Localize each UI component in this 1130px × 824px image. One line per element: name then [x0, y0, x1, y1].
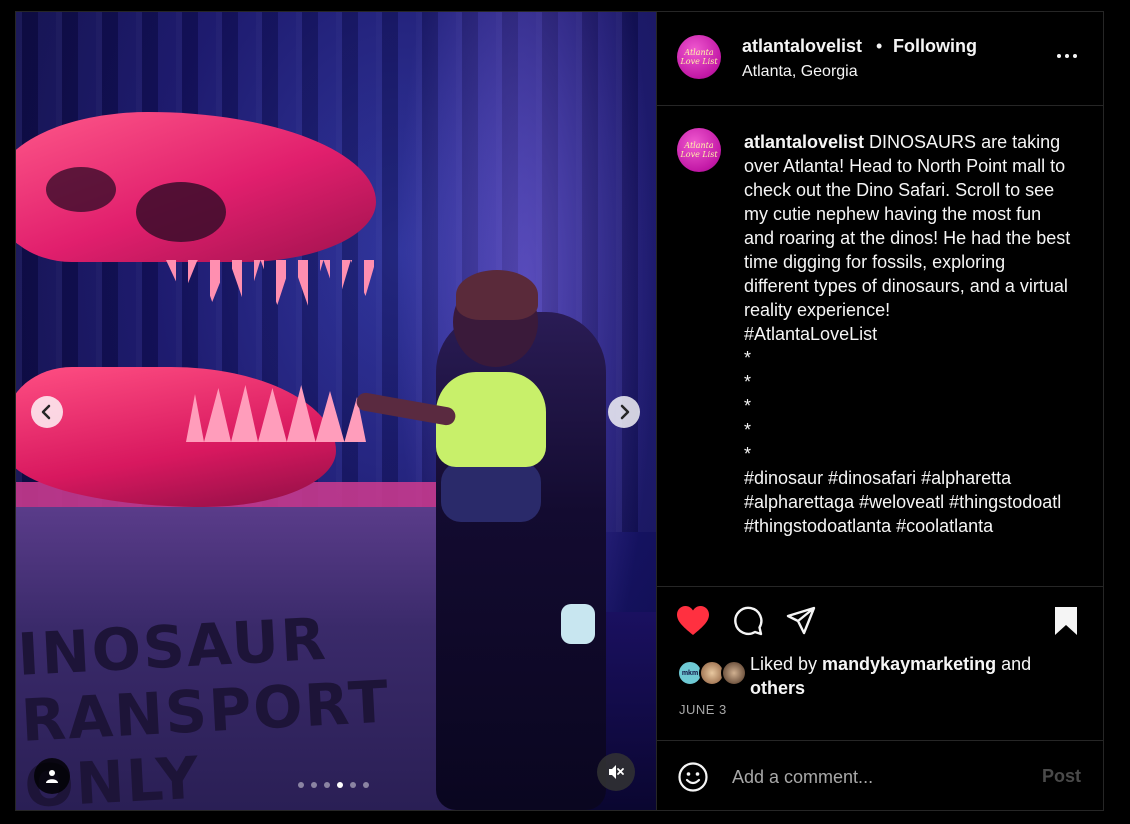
- previous-slide-button[interactable]: [31, 396, 63, 428]
- liked-by-and: and: [996, 654, 1032, 674]
- header-separator: •: [876, 36, 883, 56]
- skull-nostril: [46, 167, 116, 212]
- carousel-dot: [350, 782, 356, 788]
- comment-input[interactable]: [732, 763, 1022, 791]
- post-side-panel: Atlanta Love List atlantalovelist • Foll…: [656, 12, 1104, 810]
- post-header: Atlanta Love List atlantalovelist • Foll…: [657, 12, 1104, 106]
- carousel-indicator: [298, 782, 369, 788]
- liked-by-user[interactable]: mandykaymarketing: [822, 654, 996, 674]
- child-legs: [441, 462, 541, 522]
- comment-button[interactable]: [729, 602, 767, 640]
- emoji-icon: [678, 762, 708, 792]
- liker-avatar[interactable]: [721, 660, 747, 686]
- share-button[interactable]: [782, 602, 820, 640]
- author-username[interactable]: atlantalovelist: [742, 36, 862, 57]
- more-icon: [1057, 54, 1077, 58]
- chevron-right-icon: [620, 404, 630, 420]
- chevron-left-icon: [41, 404, 51, 420]
- post-media: INOSAUR RANSPORT ONLY: [16, 12, 656, 810]
- caption-author-avatar[interactable]: Atlanta Love List: [677, 128, 721, 172]
- post-comment-button[interactable]: Post: [1042, 766, 1081, 787]
- liked-by-prefix: Liked by: [750, 654, 823, 674]
- carousel-dot-active: [337, 782, 343, 788]
- muted-speaker-icon: [609, 765, 624, 779]
- next-slide-button[interactable]: [608, 396, 640, 428]
- liked-by-others-link[interactable]: others: [750, 678, 805, 698]
- liked-by-text: Liked by mandykaymarketing and others: [750, 652, 1080, 700]
- post-modal: INOSAUR RANSPORT ONLY Atlanta Love List …: [15, 11, 1104, 811]
- child-shoe: [561, 604, 595, 644]
- mute-button[interactable]: [597, 753, 635, 791]
- save-button[interactable]: [1047, 602, 1085, 640]
- comment-bar: Post: [657, 740, 1104, 810]
- crate-stencil-text: INOSAUR RANSPORT ONLY: [16, 604, 392, 810]
- carousel-dot: [324, 782, 330, 788]
- skull-eye-socket: [136, 182, 226, 242]
- caption-username[interactable]: atlantalovelist: [744, 132, 864, 152]
- child-hair: [456, 270, 538, 320]
- avatar-logo-text: Atlanta Love List: [680, 141, 718, 159]
- caption-body: DINOSAURS are taking over Atlanta! Head …: [744, 132, 1071, 536]
- post-date[interactable]: JUNE 3: [679, 702, 727, 717]
- carousel-dot: [363, 782, 369, 788]
- post-caption: atlantalovelist DINOSAURS are taking ove…: [744, 130, 1074, 538]
- tagged-users-button[interactable]: [34, 758, 70, 794]
- carousel-dot: [298, 782, 304, 788]
- following-button[interactable]: Following: [893, 36, 977, 57]
- post-location[interactable]: Atlanta, Georgia: [742, 63, 858, 81]
- carousel-dot: [311, 782, 317, 788]
- share-icon: [786, 606, 816, 635]
- bookmark-icon: [1055, 607, 1077, 635]
- author-avatar[interactable]: Atlanta Love List: [677, 35, 721, 79]
- avatar-logo-text: Atlanta Love List: [680, 48, 718, 66]
- user-tag-icon: [46, 770, 58, 783]
- action-bar: [657, 602, 1104, 642]
- comment-icon: [734, 606, 763, 636]
- emoji-button[interactable]: [677, 761, 709, 793]
- likes-summary: mkm Liked by mandykaymarketing and others: [677, 652, 1097, 702]
- like-button[interactable]: [674, 602, 712, 640]
- more-options-button[interactable]: [1053, 46, 1081, 66]
- heart-icon: [677, 606, 709, 635]
- caption-section: Atlanta Love List atlantalovelist DINOSA…: [657, 107, 1104, 587]
